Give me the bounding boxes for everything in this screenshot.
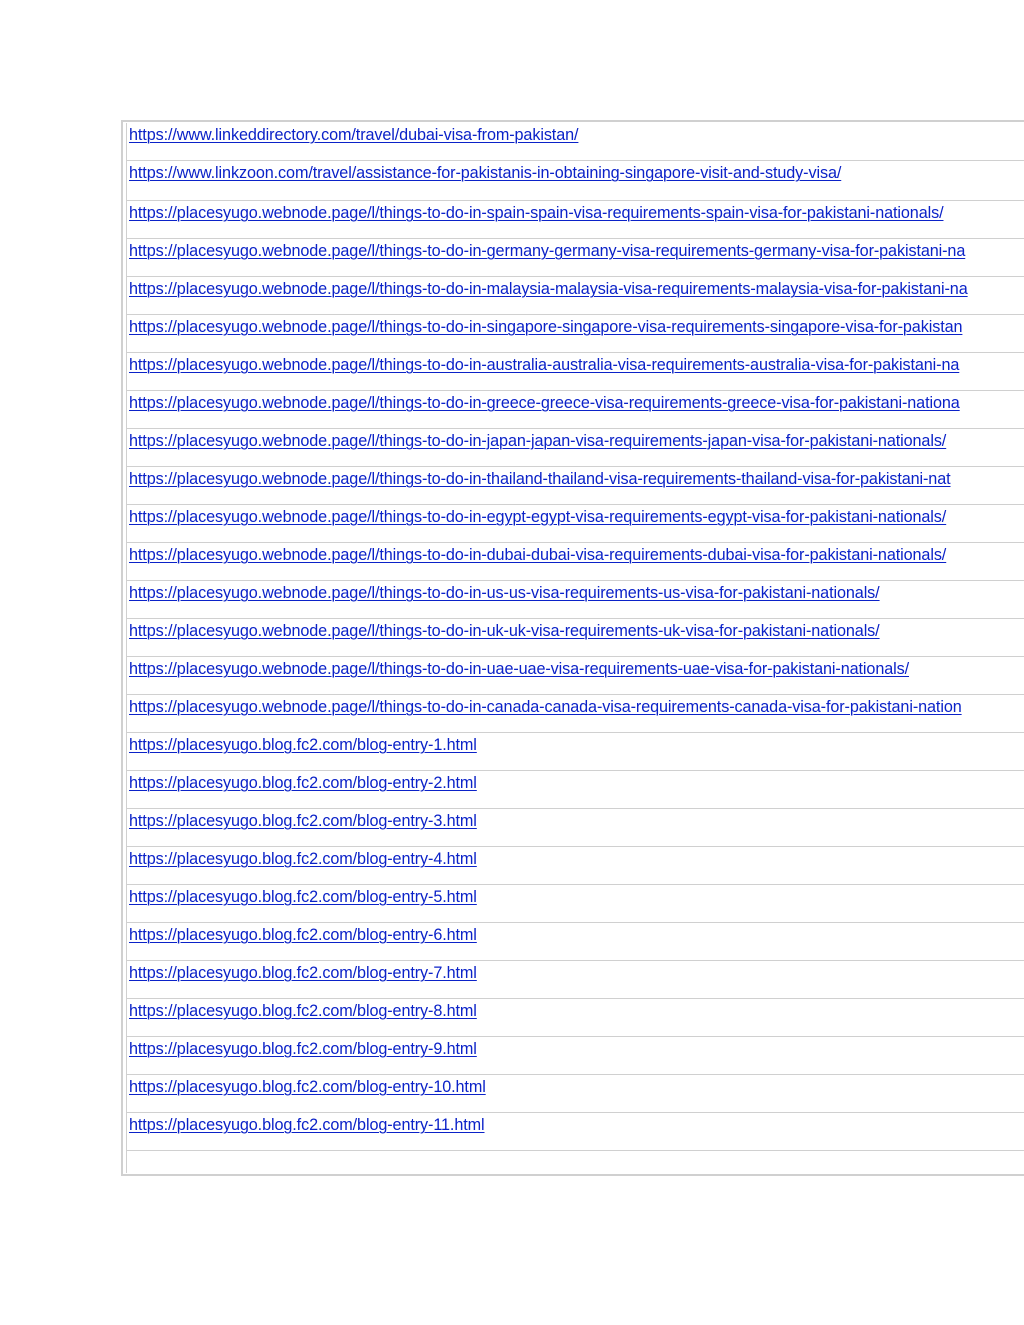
url-link[interactable]: https://placesyugo.webnode.page/l/things… (129, 430, 946, 452)
list-item: https://placesyugo.webnode.page/l/things… (127, 467, 1024, 505)
url-link[interactable]: https://placesyugo.webnode.page/l/things… (129, 392, 960, 414)
list-item: https://placesyugo.blog.fc2.com/blog-ent… (127, 733, 1024, 771)
list-item: https://placesyugo.webnode.page/l/things… (127, 543, 1024, 581)
link-list: https://www.linkeddirectory.com/travel/d… (127, 123, 1024, 1151)
url-link[interactable]: https://placesyugo.blog.fc2.com/blog-ent… (129, 924, 477, 946)
url-link[interactable]: https://placesyugo.blog.fc2.com/blog-ent… (129, 962, 477, 984)
url-link[interactable]: https://placesyugo.webnode.page/l/things… (129, 278, 968, 300)
url-link[interactable]: https://placesyugo.blog.fc2.com/blog-ent… (129, 848, 477, 870)
list-item: https://placesyugo.webnode.page/l/things… (127, 315, 1024, 353)
url-link[interactable]: https://placesyugo.webnode.page/l/things… (129, 506, 946, 528)
list-item: https://placesyugo.webnode.page/l/things… (127, 277, 1024, 315)
url-link[interactable]: https://www.linkeddirectory.com/travel/d… (129, 124, 579, 146)
url-link[interactable]: https://placesyugo.webnode.page/l/things… (129, 240, 965, 262)
url-link[interactable]: https://placesyugo.webnode.page/l/things… (129, 582, 880, 604)
url-link[interactable]: https://placesyugo.blog.fc2.com/blog-ent… (129, 772, 477, 794)
list-item: https://placesyugo.webnode.page/l/things… (127, 353, 1024, 391)
url-link[interactable]: https://placesyugo.webnode.page/l/things… (129, 696, 962, 718)
list-item: https://www.linkzoon.com/travel/assistan… (127, 161, 1024, 201)
list-item: https://placesyugo.webnode.page/l/things… (127, 505, 1024, 543)
list-item: https://placesyugo.blog.fc2.com/blog-ent… (127, 1037, 1024, 1075)
list-item: https://placesyugo.blog.fc2.com/blog-ent… (127, 809, 1024, 847)
url-link[interactable]: https://placesyugo.blog.fc2.com/blog-ent… (129, 886, 477, 908)
list-item: https://placesyugo.blog.fc2.com/blog-ent… (127, 885, 1024, 923)
list-item: https://placesyugo.webnode.page/l/things… (127, 391, 1024, 429)
list-item: https://placesyugo.webnode.page/l/things… (127, 239, 1024, 277)
list-item: https://placesyugo.webnode.page/l/things… (127, 581, 1024, 619)
url-link[interactable]: https://placesyugo.blog.fc2.com/blog-ent… (129, 1000, 477, 1022)
list-item: https://placesyugo.blog.fc2.com/blog-ent… (127, 771, 1024, 809)
url-link[interactable]: https://placesyugo.blog.fc2.com/blog-ent… (129, 1114, 485, 1136)
url-link[interactable]: https://placesyugo.blog.fc2.com/blog-ent… (129, 1076, 486, 1098)
list-item: https://placesyugo.webnode.page/l/things… (127, 201, 1024, 239)
list-item: https://placesyugo.blog.fc2.com/blog-ent… (127, 999, 1024, 1037)
list-item: https://placesyugo.webnode.page/l/things… (127, 619, 1024, 657)
url-link[interactable]: https://placesyugo.blog.fc2.com/blog-ent… (129, 1038, 477, 1060)
list-item: https://placesyugo.blog.fc2.com/blog-ent… (127, 847, 1024, 885)
url-link[interactable]: https://placesyugo.webnode.page/l/things… (129, 316, 963, 338)
list-item: https://placesyugo.blog.fc2.com/blog-ent… (127, 923, 1024, 961)
list-item: https://placesyugo.webnode.page/l/things… (127, 657, 1024, 695)
url-link[interactable]: https://www.linkzoon.com/travel/assistan… (129, 162, 841, 184)
list-item: https://www.linkeddirectory.com/travel/d… (127, 123, 1024, 161)
list-item: https://placesyugo.blog.fc2.com/blog-ent… (127, 1075, 1024, 1113)
url-link[interactable]: https://placesyugo.webnode.page/l/things… (129, 354, 959, 376)
url-link[interactable]: https://placesyugo.blog.fc2.com/blog-ent… (129, 734, 477, 756)
list-item: https://placesyugo.webnode.page/l/things… (127, 695, 1024, 733)
list-item: https://placesyugo.blog.fc2.com/blog-ent… (127, 961, 1024, 999)
url-link[interactable]: https://placesyugo.webnode.page/l/things… (129, 544, 946, 566)
url-link[interactable]: https://placesyugo.webnode.page/l/things… (129, 620, 880, 642)
list-item: https://placesyugo.webnode.page/l/things… (127, 429, 1024, 467)
url-link[interactable]: https://placesyugo.webnode.page/l/things… (129, 202, 944, 224)
url-link[interactable]: https://placesyugo.webnode.page/l/things… (129, 468, 951, 490)
list-item: https://placesyugo.blog.fc2.com/blog-ent… (127, 1113, 1024, 1151)
document-page: https://www.linkeddirectory.com/travel/d… (0, 0, 1024, 1325)
url-link[interactable]: https://placesyugo.blog.fc2.com/blog-ent… (129, 810, 477, 832)
url-link[interactable]: https://placesyugo.webnode.page/l/things… (129, 658, 909, 680)
